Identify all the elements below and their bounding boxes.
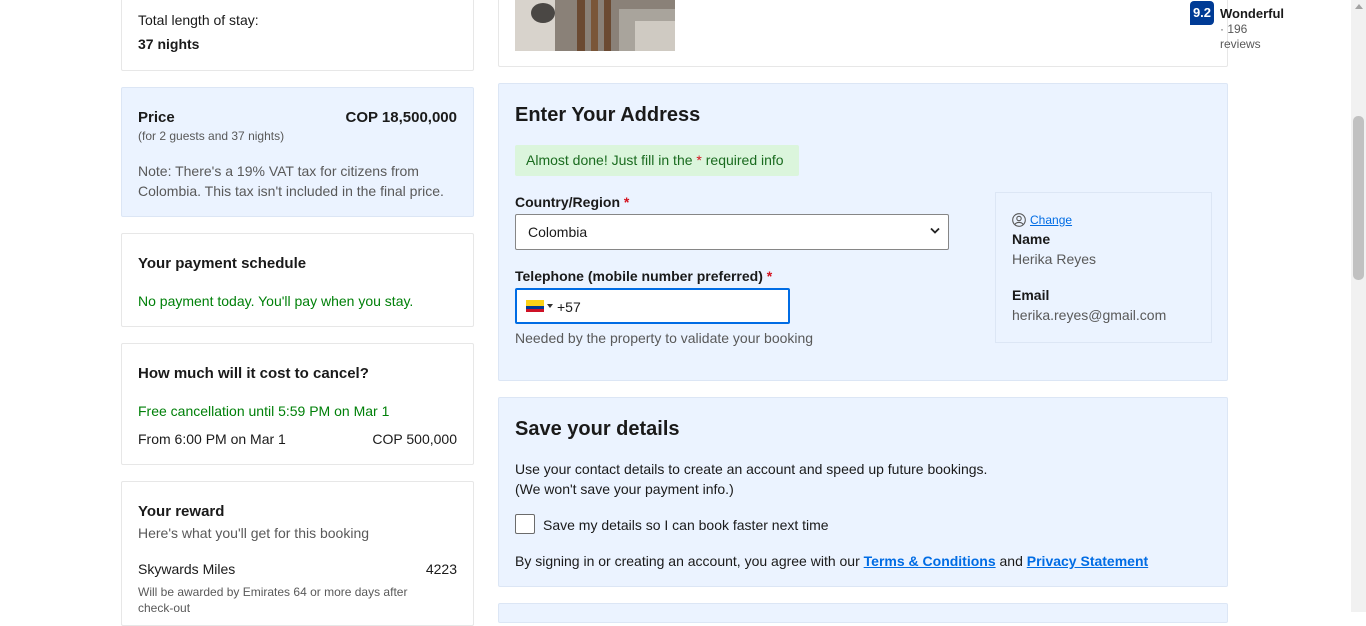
phone-input[interactable]: +57	[515, 288, 790, 324]
price-subtext: (for 2 guests and 37 nights)	[138, 129, 285, 143]
reward-note-line2: check-out	[138, 601, 191, 615]
rating-word: Wonderful	[1220, 6, 1285, 21]
save-details-desc-line1: Use your contact details to create an ac…	[515, 461, 988, 477]
save-details-checkbox-label[interactable]: Save my details so I can book faster nex…	[543, 517, 829, 533]
phone-input-value: +57	[557, 299, 581, 315]
reward-label: Skywards Miles	[138, 561, 236, 577]
profile-summary: Change Name Herika Reyes Email herika.re…	[995, 192, 1212, 343]
alert-required-star: *	[696, 152, 702, 168]
country-select[interactable]: Colombia	[515, 214, 949, 250]
profile-name-label: Name	[1012, 231, 1051, 247]
price-card: Price COP 18,500,000 (for 2 guests and 3…	[121, 87, 474, 217]
country-code-caret-icon[interactable]	[547, 304, 553, 308]
reward-card: Your reward Here's what you'll get for t…	[121, 481, 474, 626]
colombia-flag-icon[interactable]	[526, 300, 544, 312]
stay-length-value: 37 nights	[138, 36, 200, 52]
save-details-checkbox[interactable]	[515, 514, 535, 534]
price-label: Price	[138, 109, 175, 126]
reward-note-line1: Will be awarded by Emirates 64 or more d…	[138, 585, 408, 599]
reward-value: 4223	[425, 561, 457, 577]
payment-schedule-card: Your payment schedule No payment today. …	[121, 233, 474, 327]
stay-length-label: Total length of stay:	[138, 12, 259, 28]
cancellation-from-text: From 6:00 PM on Mar 1	[138, 431, 286, 447]
review-score-badge: 9.2	[1190, 1, 1214, 25]
profile-name-value: Herika Reyes	[1012, 251, 1097, 267]
terms-prefix: By signing in or creating an account, yo…	[515, 553, 860, 569]
phone-label: Telephone (mobile number preferred) *	[515, 268, 772, 284]
country-select-value: Colombia	[528, 224, 588, 240]
alert-text-post: required info	[705, 152, 784, 168]
price-amount: COP 18,500,000	[345, 109, 457, 126]
rating-row: Wonderful · 196 reviews	[1220, 6, 1284, 51]
profile-email-value: herika.reyes@gmail.com	[1012, 307, 1167, 323]
property-card: 9.2 Wonderful · 196 reviews	[498, 0, 1284, 67]
save-details-title: Save your details	[515, 418, 680, 440]
chevron-down-icon	[930, 227, 940, 234]
terms-conditions-link[interactable]: Terms & Conditions	[864, 553, 996, 569]
cancellation-title: How much will it cost to cancel?	[138, 365, 369, 382]
stay-length-card: Total length of stay: 37 nights	[121, 0, 474, 71]
payment-schedule-title: Your payment schedule	[138, 255, 307, 272]
country-label-text: Country/Region	[515, 194, 620, 210]
payment-schedule-text: No payment today. You'll pay when you st…	[138, 293, 414, 309]
terms-text: By signing in or creating an account, yo…	[515, 553, 1148, 569]
vat-note-line2: Colombia. This tax isn't included in the…	[138, 183, 444, 199]
user-icon	[1012, 213, 1026, 227]
country-label: Country/Region *	[515, 194, 629, 210]
reward-subtitle: Here's what you'll get for this booking	[138, 525, 370, 541]
reward-title: Your reward	[138, 503, 225, 520]
phone-required-star: *	[766, 268, 773, 284]
cancellation-card: How much will it cost to cancel? Free ca…	[121, 343, 474, 465]
free-cancellation-text: Free cancellation until 5:59 PM on Mar 1	[138, 403, 390, 419]
review-count: · 196 reviews	[1220, 22, 1261, 51]
phone-help-text: Needed by the property to validate your …	[515, 330, 814, 346]
page-scrollbar[interactable]	[1351, 0, 1366, 612]
alert-text-pre: Almost done! Just fill in the	[526, 152, 693, 168]
vat-note-line1: Note: There's a 19% VAT tax for citizens…	[138, 163, 419, 179]
scrollbar-thumb[interactable]	[1353, 116, 1364, 280]
phone-label-text: Telephone (mobile number preferred)	[515, 268, 763, 284]
save-details-desc-line2: (We won't save your payment info.)	[515, 481, 734, 497]
profile-email-label: Email	[1012, 287, 1050, 303]
save-details-section: Save your details Use your contact detai…	[498, 397, 1228, 587]
terms-and: and	[999, 553, 1023, 569]
cancellation-fee: COP 500,000	[372, 431, 457, 447]
next-section	[498, 603, 1228, 623]
property-photo	[515, 0, 675, 51]
privacy-statement-link[interactable]: Privacy Statement	[1027, 553, 1148, 569]
address-title: Enter Your Address	[515, 104, 701, 126]
country-required-star: *	[623, 194, 630, 210]
required-info-alert: Almost done! Just fill in the * required…	[515, 145, 799, 176]
change-profile-link[interactable]: Change	[1030, 213, 1072, 227]
scroll-up-icon[interactable]	[1355, 4, 1363, 9]
